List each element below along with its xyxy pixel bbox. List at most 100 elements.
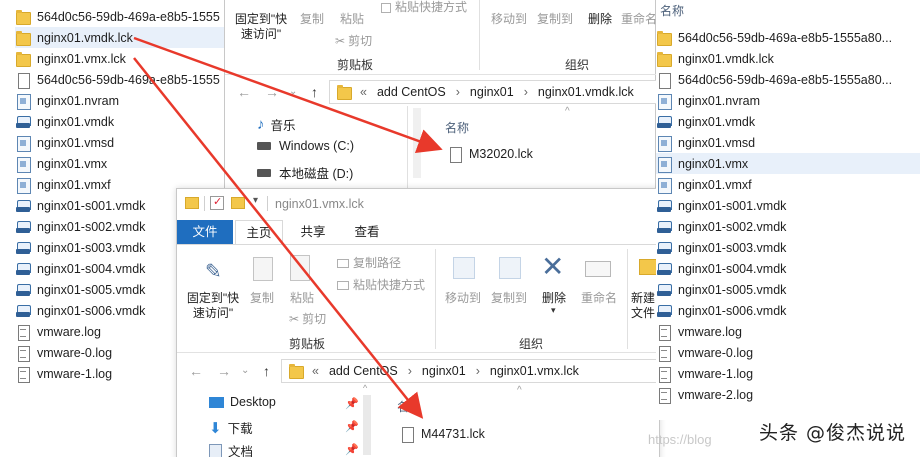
copy-button[interactable]: 复制	[247, 291, 277, 306]
breadcrumb-2[interactable]: nginx01	[422, 364, 466, 378]
file-icon	[15, 72, 31, 89]
nav-item-windows-c[interactable]: Windows (C:)	[257, 139, 354, 153]
back-arrow-icon[interactable]: ←	[237, 84, 251, 100]
copy-path-button[interactable]: 复制路径	[337, 254, 401, 271]
file-row[interactable]: nginx01.vmsd	[656, 132, 920, 153]
file-icon	[399, 426, 415, 443]
move-to-button[interactable]: 移动到	[487, 12, 531, 27]
chevron-down-icon[interactable]: ⌄	[241, 365, 249, 376]
file-row[interactable]: nginx01-s003.vmdk	[656, 237, 920, 258]
address-bar[interactable]: « add CentOS › nginx01 › nginx01.vmx.lck	[281, 359, 661, 383]
nav-item-downloads[interactable]: ⬇ 下载	[209, 418, 253, 437]
breadcrumb-3[interactable]: nginx01.vmx.lck	[490, 364, 579, 378]
name-column-header[interactable]: 名称	[660, 2, 684, 19]
file-row[interactable]: nginx01-s002.vmdk	[656, 216, 920, 237]
pin-quick-access-button[interactable]: 固定到"快 速访问"	[183, 291, 243, 321]
copy-to-button[interactable]: 复制到	[533, 12, 577, 27]
file-row[interactable]: nginx01.nvram	[656, 90, 920, 111]
delete-button[interactable]: 删除	[585, 12, 615, 27]
breadcrumb-2[interactable]: nginx01	[470, 85, 514, 99]
forward-arrow-icon[interactable]: →	[217, 363, 231, 379]
address-bar[interactable]: « add CentOS › nginx01 › nginx01.vmdk.lc…	[329, 80, 657, 104]
right-file-list: 名称 564d0c56-59db-469a-e8b5-1555a80... ngi…	[656, 0, 920, 420]
disk-icon	[656, 198, 672, 214]
file-row[interactable]: nginx01.vmxf	[656, 174, 920, 195]
nav-item-local-disk-d[interactable]: 本地磁盘 (D:)	[257, 163, 353, 182]
file-row[interactable]: nginx01-s005.vmdk	[656, 279, 920, 300]
paste-shortcut-button[interactable]: 粘贴快捷方式	[337, 276, 425, 293]
breadcrumb-3[interactable]: nginx01.vmdk.lck	[538, 85, 634, 99]
move-to-button[interactable]: 移动到	[441, 291, 485, 306]
pin-quick-access-button[interactable]: 固定到"快 速访问"	[231, 12, 291, 42]
file-row[interactable]: nginx01.vmsd	[15, 132, 225, 153]
file-row[interactable]: nginx01-s006.vmdk	[656, 300, 920, 321]
cut-button[interactable]: ✂ 剪切	[289, 310, 326, 327]
file-row[interactable]: vmware.log	[656, 321, 920, 342]
file-row[interactable]: nginx01-s001.vmdk	[656, 195, 920, 216]
back-arrow-icon[interactable]: ←	[189, 363, 203, 379]
rename-button[interactable]: 重命名	[621, 12, 657, 27]
name-column-header[interactable]: 名	[397, 398, 409, 415]
pin-icon[interactable]: 📌	[345, 420, 359, 433]
file-row[interactable]: nginx01.vmdk.lck	[15, 27, 225, 48]
vm-config-icon	[656, 177, 672, 194]
file-row[interactable]: nginx01.vmx	[15, 153, 225, 174]
drive-icon	[257, 142, 271, 150]
properties-icon[interactable]: ✓	[210, 196, 224, 210]
rename-button[interactable]: 重命名	[579, 291, 619, 306]
file-row[interactable]: vmware-0.log	[656, 342, 920, 363]
file-row[interactable]: nginx01.vmx	[656, 153, 920, 174]
tab-view[interactable]: 查看	[341, 220, 393, 244]
nav-item-desktop[interactable]: Desktop	[209, 395, 276, 409]
new-folder-qat-icon[interactable]	[231, 197, 245, 209]
disk-icon	[15, 198, 31, 214]
file-name: vmware-1.log	[678, 366, 754, 381]
file-name: nginx01.vmdk.lck	[37, 30, 133, 45]
nav-item-music[interactable]: ♪ 音乐	[257, 115, 296, 134]
file-row[interactable]: nginx01.vmdk	[656, 111, 920, 132]
name-column-header[interactable]: 名称	[445, 119, 469, 136]
up-arrow-icon[interactable]: ↑	[263, 363, 270, 379]
nav-item-documents[interactable]: 文档	[209, 441, 253, 457]
pin-icon[interactable]: 📌	[345, 397, 359, 410]
qat-dropdown-icon[interactable]: ▾	[253, 195, 258, 206]
paste-button[interactable]: 粘贴	[337, 12, 367, 27]
folder-icon	[15, 9, 31, 25]
file-icon	[447, 146, 463, 163]
delete-dropdown-icon[interactable]: ▾	[551, 305, 556, 316]
nav-scrollbar[interactable]	[413, 108, 421, 178]
chevron-down-icon[interactable]: ⌄	[289, 86, 297, 97]
tab-file[interactable]: 文件	[177, 220, 233, 244]
file-row[interactable]: vmware-2.log	[656, 384, 920, 405]
copy-to-button[interactable]: 复制到	[487, 291, 531, 306]
up-arrow-icon[interactable]: ↑	[311, 84, 318, 100]
cut-button[interactable]: ✂ 剪切	[335, 32, 372, 49]
copy-button[interactable]: 复制	[297, 12, 327, 27]
paste-shortcut-button[interactable]: 粘贴快捷方式	[381, 0, 467, 15]
file-row[interactable]: nginx01-s004.vmdk	[656, 258, 920, 279]
pin-icon[interactable]: 📌	[345, 443, 359, 456]
file-row[interactable]: nginx01.vmdk	[15, 111, 225, 132]
scroll-up-icon[interactable]: ^	[363, 383, 367, 393]
file-row[interactable]: nginx01.vmx.lck	[15, 48, 225, 69]
nav-label: 文档	[228, 445, 254, 457]
file-row[interactable]: 564d0c56-59db-469a-e8b5-1555a80...	[656, 27, 920, 48]
file-name: nginx01-s005.vmdk	[37, 282, 146, 297]
file-row[interactable]: 564d0c56-59db-469a-e8b5-1555	[15, 6, 225, 27]
breadcrumb-1[interactable]: add CentOS	[329, 364, 398, 378]
delete-button[interactable]: 删除	[539, 291, 569, 306]
file-row[interactable]: 564d0c56-59db-469a-e8b5-1555	[15, 69, 225, 90]
file-row[interactable]: nginx01.nvram	[15, 90, 225, 111]
file-row[interactable]: nginx01.vmdk.lck	[656, 48, 920, 69]
forward-arrow-icon[interactable]: →	[265, 84, 279, 100]
breadcrumb-1[interactable]: add CentOS	[377, 85, 446, 99]
file-row[interactable]: 564d0c56-59db-469a-e8b5-1555a80...	[656, 69, 920, 90]
file-item[interactable]: M44731.lck	[399, 426, 485, 443]
file-row[interactable]: vmware-1.log	[656, 363, 920, 384]
paste-button[interactable]: 粘贴	[287, 291, 317, 306]
tab-share[interactable]: 共享	[289, 220, 337, 244]
nav-scrollbar[interactable]	[363, 395, 371, 455]
tab-home[interactable]: 主页	[235, 220, 283, 244]
ribbon-bottom-border	[177, 352, 661, 353]
file-item[interactable]: M32020.lck	[447, 146, 533, 163]
